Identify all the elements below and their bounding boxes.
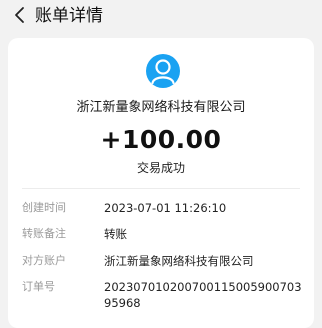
divider [22,188,300,189]
header-bar: 账单详情 [0,0,322,36]
order-number-label: 订单号 [22,280,55,293]
status-text: 交易成功 [136,161,185,175]
bill-card: 浙江新量象网络科技有限公司 +100.00 交易成功 创建时间 2023-07-… [8,38,314,328]
user-avatar-icon [146,54,180,88]
amount: +100.00 [100,125,222,154]
created-time-value: 2023-07-01 11:26:10 [104,201,227,215]
order-number-value: 20230701020070011500590070395968 [104,280,302,310]
counterparty-account-value: 浙江新量象网络科技有限公司 [104,254,254,268]
transfer-note-value: 转账 [104,227,127,241]
counterparty-account-label: 对方账户 [22,254,66,267]
created-time-label: 创建时间 [22,201,66,214]
chevron-left-icon [13,6,25,28]
back-button[interactable] [9,6,29,28]
page-title: 账单详情 [35,6,103,26]
transfer-note-label: 转账备注 [22,227,66,240]
payee-name: 浙江新量象网络科技有限公司 [76,100,246,115]
